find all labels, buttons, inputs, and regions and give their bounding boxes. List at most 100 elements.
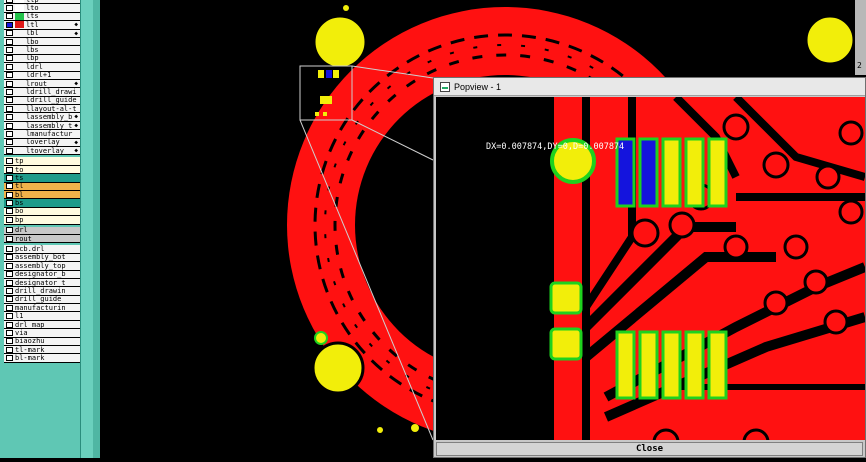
layer-visibility-checkbox[interactable] <box>6 183 13 190</box>
layer-visibility-checkbox[interactable] <box>6 63 13 70</box>
popview-titlebar[interactable]: Popview - 1 <box>434 78 865 96</box>
layer-visibility-checkbox[interactable] <box>6 122 13 129</box>
round-pad <box>722 113 750 141</box>
layer-color-swatch[interactable] <box>15 72 24 79</box>
layer-visibility-checkbox[interactable] <box>6 38 13 45</box>
layer-visibility-checkbox[interactable] <box>6 166 13 173</box>
layer-row-rout[interactable]: rout <box>4 234 80 244</box>
panel-divider[interactable] <box>93 0 100 458</box>
mounting-pad <box>311 341 365 395</box>
layer-color-swatch[interactable] <box>15 130 24 137</box>
layer-color-swatch[interactable] <box>15 47 24 54</box>
layer-color-swatch[interactable] <box>15 80 24 87</box>
layer-visibility-checkbox[interactable] <box>6 304 13 311</box>
layer-visibility-checkbox[interactable] <box>6 147 13 154</box>
layer-color-swatch[interactable] <box>15 105 24 112</box>
layer-flag-icon: ◆ <box>74 147 78 155</box>
layer-visibility-checkbox[interactable] <box>6 30 13 37</box>
layer-row-bl-mark[interactable]: bl-mark <box>4 354 80 363</box>
layer-visibility-checkbox[interactable] <box>6 246 13 253</box>
layer-label: lrout <box>26 79 48 88</box>
popview-title: Popview - 1 <box>454 81 502 92</box>
layer-color-swatch[interactable] <box>15 0 24 4</box>
layer-color-swatch[interactable] <box>15 55 24 62</box>
layer-label: bs <box>15 199 24 208</box>
layer-color-swatch[interactable] <box>15 88 24 95</box>
smd-pad <box>333 70 339 78</box>
round-pad <box>763 290 789 316</box>
layer-color-swatch[interactable] <box>15 63 24 70</box>
smd-pad <box>707 137 728 208</box>
round-pad <box>823 309 849 335</box>
layer-visibility-checkbox[interactable] <box>6 47 13 54</box>
layer-label: lbo <box>26 37 39 46</box>
layer-color-swatch[interactable] <box>15 12 24 20</box>
layer-visibility-checkbox[interactable] <box>6 174 13 181</box>
layer-visibility-checkbox[interactable] <box>6 114 13 121</box>
layer-visibility-checkbox[interactable] <box>6 0 13 3</box>
layer-visibility-checkbox[interactable] <box>6 321 13 328</box>
mounting-pad <box>804 14 856 66</box>
layer-row-ltoverlay[interactable]: ltoverlay ◆ <box>4 147 80 156</box>
layer-visibility-checkbox[interactable] <box>6 97 13 104</box>
layer-label: designator_t <box>15 278 66 287</box>
smd-pad <box>318 70 324 78</box>
layer-label: assembly_top <box>15 261 66 270</box>
layer-label: bo <box>15 207 24 216</box>
layer-visibility-checkbox[interactable] <box>6 105 13 112</box>
layer-visibility-checkbox[interactable] <box>6 254 13 261</box>
layer-color-swatch[interactable] <box>15 4 24 12</box>
layer-visibility-checkbox[interactable] <box>6 130 13 137</box>
layer-visibility-checkbox[interactable] <box>6 262 13 269</box>
layer-label: rout <box>15 234 32 243</box>
smd-pad <box>661 137 682 208</box>
layer-visibility-checkbox[interactable] <box>6 191 13 198</box>
layer-visibility-checkbox[interactable] <box>6 216 13 223</box>
square-pad <box>549 327 583 361</box>
layer-visibility-checkbox[interactable] <box>6 158 13 165</box>
layer-label: drill_drawin <box>15 286 66 295</box>
layer-visibility-checkbox[interactable] <box>6 80 13 87</box>
close-button[interactable]: Close <box>436 442 863 456</box>
smd-pad <box>320 96 332 104</box>
layer-visibility-checkbox[interactable] <box>6 329 13 336</box>
layer-visibility-checkbox[interactable] <box>6 346 13 353</box>
layer-label: lto <box>26 4 39 13</box>
layer-visibility-checkbox[interactable] <box>6 200 13 207</box>
layer-visibility-checkbox[interactable] <box>6 13 13 20</box>
layer-label: ts <box>15 173 24 182</box>
layer-color-swatch[interactable] <box>15 147 24 154</box>
layer-visibility-checkbox[interactable] <box>6 279 13 286</box>
layer-color-swatch[interactable] <box>15 21 24 29</box>
round-pad <box>723 234 749 260</box>
layer-row-bp[interactable]: bp <box>4 216 80 225</box>
layer-visibility-checkbox[interactable] <box>6 55 13 62</box>
layer-color-swatch[interactable] <box>15 114 24 121</box>
layer-visibility-checkbox[interactable] <box>6 313 13 320</box>
layer-visibility-checkbox[interactable] <box>6 287 13 294</box>
layer-color-swatch[interactable] <box>15 122 24 129</box>
layer-color-swatch[interactable] <box>15 97 24 104</box>
layer-label: l1 <box>15 312 24 321</box>
popview-window[interactable]: Popview - 1 DX=0.007874,DY=0,D=0.007874 … <box>433 77 866 458</box>
layer-visibility-checkbox[interactable] <box>6 227 13 234</box>
layer-visibility-checkbox[interactable] <box>6 208 13 215</box>
layer-color-swatch[interactable] <box>15 139 24 146</box>
popview-canvas[interactable]: DX=0.007874,DY=0,D=0.007874 <box>436 97 865 440</box>
round-pad <box>838 199 864 225</box>
layer-visibility-checkbox[interactable] <box>6 271 13 278</box>
layer-visibility-checkbox[interactable] <box>6 72 13 79</box>
layer-visibility-checkbox[interactable] <box>6 296 13 303</box>
layer-visibility-checkbox[interactable] <box>6 139 13 146</box>
layer-panel-scrollbar[interactable] <box>80 0 93 458</box>
layer-visibility-checkbox[interactable] <box>6 235 13 242</box>
layer-visibility-checkbox[interactable] <box>6 5 13 12</box>
layer-visibility-checkbox[interactable] <box>6 88 13 95</box>
layer-color-swatch[interactable] <box>15 38 24 45</box>
layer-visibility-checkbox[interactable] <box>6 338 13 345</box>
layer-color-swatch[interactable] <box>15 30 24 37</box>
smd-pad <box>684 137 705 208</box>
layer-visibility-checkbox[interactable] <box>6 21 13 28</box>
layer-label: lmanufactur <box>26 129 73 138</box>
layer-visibility-checkbox[interactable] <box>6 355 13 362</box>
